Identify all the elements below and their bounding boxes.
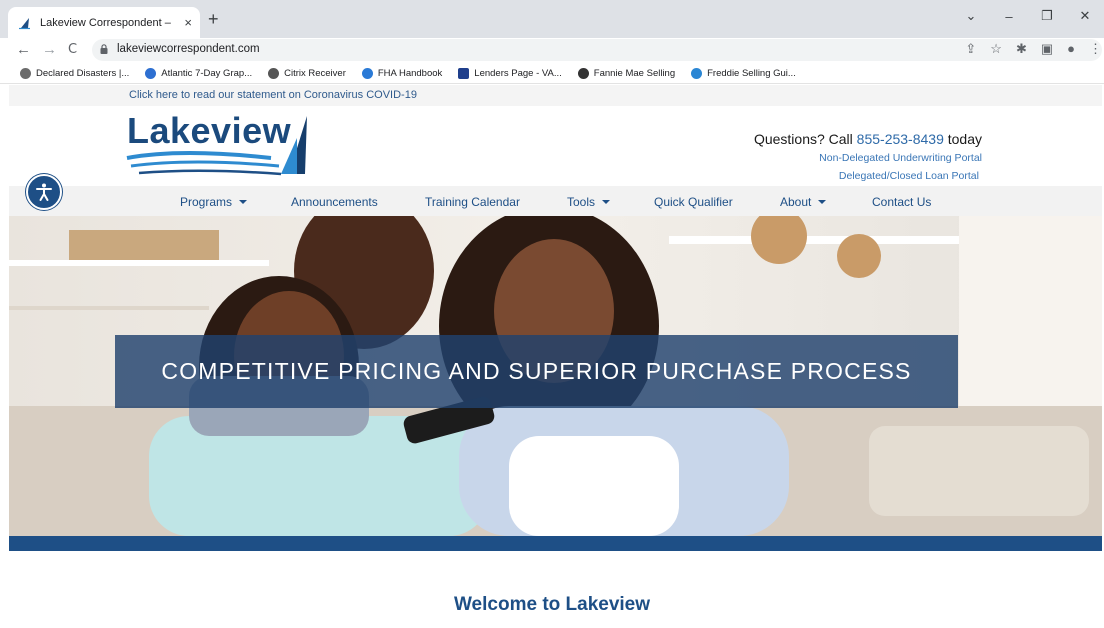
browser-toolbar: ← → C lakeviewcorrespondent.com ⇪ ☆ ✱ ▣ … xyxy=(0,38,1104,64)
tab-strip: Lakeview Correspondent – Lakeview × + ⌄ … xyxy=(0,0,1104,38)
profile-icon[interactable]: ● xyxy=(1067,41,1075,57)
bookmark-label: Atlantic 7-Day Grap... xyxy=(161,68,253,79)
noaa-icon xyxy=(145,68,157,79)
chevron-down-icon xyxy=(818,200,827,204)
accessibility-icon xyxy=(36,183,52,201)
site-header: Lakeview Questions? Call 855-253-8439 to… xyxy=(9,106,1102,186)
nav-programs-label: Programs xyxy=(180,195,233,209)
bookmark-label: Freddie Selling Gui... xyxy=(707,68,796,79)
bookmark-label: Lenders Page - VA... xyxy=(474,68,562,79)
reload-button[interactable]: C xyxy=(68,41,77,59)
bookmark-fha-handbook[interactable]: FHA Handbook xyxy=(361,68,443,79)
covid-statement-link[interactable]: Click here to read our statement on Coro… xyxy=(129,89,417,101)
bookmark-label: Citrix Receiver xyxy=(284,68,346,79)
chevron-down-icon xyxy=(602,200,611,204)
bookmark-lenders-page-va[interactable]: Lenders Page - VA... xyxy=(458,68,562,79)
accessibility-button[interactable] xyxy=(26,174,62,210)
freddie-icon xyxy=(691,68,703,79)
blue-divider-stripe xyxy=(9,536,1102,551)
lock-icon xyxy=(100,44,108,54)
back-button[interactable]: ← xyxy=(16,41,31,59)
nav-programs[interactable]: Programs xyxy=(180,195,248,209)
bookmark-label: Fannie Mae Selling xyxy=(593,68,676,79)
tab-title: Lakeview Correspondent – Lakeview xyxy=(40,16,172,29)
url-text: lakeviewcorrespondent.com xyxy=(117,43,260,55)
forward-button[interactable]: → xyxy=(42,41,57,59)
non-delegated-portal-link[interactable]: Non-Delegated Underwriting Portal xyxy=(819,152,982,164)
delegated-portal-link[interactable]: Delegated/Closed Loan Portal xyxy=(839,170,979,182)
nav-about-label: About xyxy=(780,195,812,209)
close-window-button[interactable]: ✕ xyxy=(1066,8,1104,24)
logo-wordmark: Lakeview xyxy=(127,110,292,151)
browser-tab[interactable]: Lakeview Correspondent – Lakeview × xyxy=(8,7,200,38)
extensions-icon[interactable]: ✱ xyxy=(1016,41,1027,57)
call-suffix: today xyxy=(943,131,982,147)
bookmark-freddie-selling-guide[interactable]: Freddie Selling Gui... xyxy=(691,68,796,79)
nav-tools[interactable]: Tools xyxy=(567,195,611,209)
citrix-icon xyxy=(268,68,280,79)
nav-about[interactable]: About xyxy=(780,195,827,209)
tab-search-icon[interactable]: ⌄ xyxy=(952,8,990,24)
close-tab-icon[interactable]: × xyxy=(184,15,192,30)
hero-headline: COMPETITIVE PRICING AND SUPERIOR PURCHAS… xyxy=(161,358,912,384)
menu-kebab-icon[interactable]: ⋮ xyxy=(1089,41,1102,57)
phone-link[interactable]: 855-253-8439 xyxy=(857,131,944,147)
va-icon xyxy=(458,68,470,79)
web-page: Click here to read our statement on Coro… xyxy=(0,85,1104,628)
bookmark-citrix-receiver[interactable]: Citrix Receiver xyxy=(268,68,346,79)
restore-button[interactable]: ❐ xyxy=(1028,8,1066,24)
bookmark-label: Declared Disasters |... xyxy=(36,68,130,79)
call-line: Questions? Call 855-253-8439 today xyxy=(754,131,982,147)
new-tab-button[interactable]: + xyxy=(208,10,219,28)
toolbar-actions: ⇪ ☆ ✱ ▣ ● ⋮ xyxy=(965,41,1102,57)
covid-notice-bar: Click here to read our statement on Coro… xyxy=(9,85,1102,106)
address-bar[interactable]: lakeviewcorrespondent.com ⇪ ☆ ✱ ▣ ● ⋮ xyxy=(92,39,1102,61)
bookmark-star-icon[interactable]: ☆ xyxy=(990,41,1002,57)
bookmarks-bar: Declared Disasters |... Atlantic 7-Day G… xyxy=(0,64,1104,84)
hud-icon xyxy=(361,68,373,79)
window-controls: ⌄ – ❐ ✕ xyxy=(952,0,1104,32)
welcome-heading: Welcome to Lakeview xyxy=(453,594,651,615)
share-icon[interactable]: ⇪ xyxy=(965,41,976,57)
side-panel-icon[interactable]: ▣ xyxy=(1041,41,1053,57)
hero-headline-banner: COMPETITIVE PRICING AND SUPERIOR PURCHAS… xyxy=(115,335,958,408)
chevron-down-icon xyxy=(239,200,248,204)
nav-quick-qualifier[interactable]: Quick Qualifier xyxy=(654,195,733,209)
bookmark-fannie-mae-selling[interactable]: Fannie Mae Selling xyxy=(577,68,676,79)
nav-tools-label: Tools xyxy=(567,195,596,209)
bookmark-atlantic-7-day[interactable]: Atlantic 7-Day Grap... xyxy=(145,68,252,79)
call-prefix: Questions? Call xyxy=(753,131,857,147)
main-navigation: Programs Announcements Training Calendar… xyxy=(9,186,1102,216)
nav-contact-us[interactable]: Contact Us xyxy=(872,195,931,209)
sailboat-favicon-icon xyxy=(19,17,30,29)
hero-banner-image: COMPETITIVE PRICING AND SUPERIOR PURCHAS… xyxy=(9,216,1102,536)
bookmark-label: FHA Handbook xyxy=(377,68,443,79)
minimize-button[interactable]: – xyxy=(990,9,1028,24)
globe-icon xyxy=(577,68,589,79)
fema-icon xyxy=(20,68,31,79)
nav-training-calendar[interactable]: Training Calendar xyxy=(425,195,520,209)
bookmark-declared-disasters[interactable]: Declared Disasters |... xyxy=(20,68,129,79)
nav-announcements[interactable]: Announcements xyxy=(291,195,378,209)
